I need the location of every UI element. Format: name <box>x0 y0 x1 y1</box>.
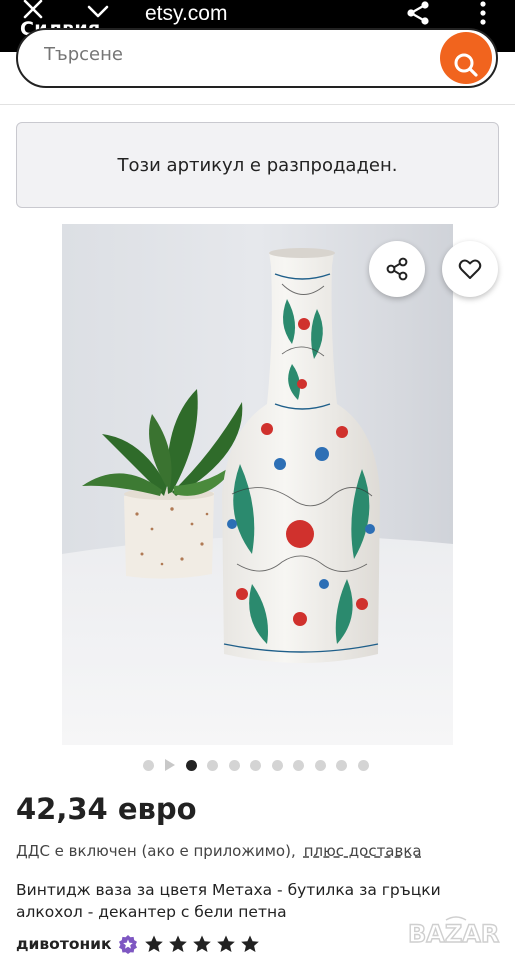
carousel-dot[interactable] <box>314 759 326 771</box>
header-divider <box>0 104 515 105</box>
product-image[interactable] <box>62 224 453 745</box>
star-icon <box>216 935 235 952</box>
shipping-link[interactable]: плюс доставка <box>304 842 422 860</box>
bazar-watermark-logo: BAZAR <box>407 916 500 949</box>
carousel-dot[interactable] <box>336 759 347 771</box>
carousel-dot[interactable] <box>250 759 261 771</box>
carousel-dot[interactable] <box>207 759 218 771</box>
carousel-dot[interactable] <box>357 759 369 771</box>
carousel-dot[interactable] <box>271 759 283 771</box>
sold-out-notice: Този артикул е разпродаден. <box>16 122 499 208</box>
carousel-dot[interactable] <box>228 759 240 771</box>
star-icon <box>192 935 211 952</box>
image-carousel-indicators <box>143 757 379 773</box>
share-product-button[interactable] <box>369 241 425 297</box>
star-icon <box>240 935 259 952</box>
heart-icon <box>458 259 482 279</box>
share-icon <box>386 257 408 281</box>
shop-name-link[interactable]: дивотоник <box>16 935 112 953</box>
product-price: 42,34 евро <box>16 792 197 826</box>
url-text[interactable]: etsy.com <box>145 2 227 26</box>
carousel-dot[interactable] <box>143 759 154 771</box>
search-button[interactable] <box>440 32 492 84</box>
svg-text:BAZAR: BAZAR <box>408 920 499 948</box>
more-vertical-icon[interactable] <box>478 0 488 26</box>
vat-note-row: ДДС е включен (ако е приложимо), плюс дос… <box>16 842 422 860</box>
search-icon <box>454 53 478 77</box>
carousel-dot-active[interactable] <box>185 759 197 771</box>
vat-note: ДДС е включен (ако е приложимо), <box>16 842 296 860</box>
carousel-dot[interactable] <box>293 759 304 771</box>
share-icon[interactable] <box>405 0 431 26</box>
video-play-icon[interactable] <box>164 759 175 771</box>
search-bar[interactable] <box>16 28 498 88</box>
rating-stars <box>144 934 264 954</box>
star-seller-badge-icon <box>118 935 137 954</box>
shop-info: дивотоник <box>16 933 264 955</box>
sold-out-text: Този артикул е разпродаден. <box>117 154 398 176</box>
star-icon <box>144 935 163 952</box>
favorite-button[interactable] <box>442 241 498 297</box>
search-input[interactable] <box>44 44 424 65</box>
star-icon <box>168 935 187 952</box>
